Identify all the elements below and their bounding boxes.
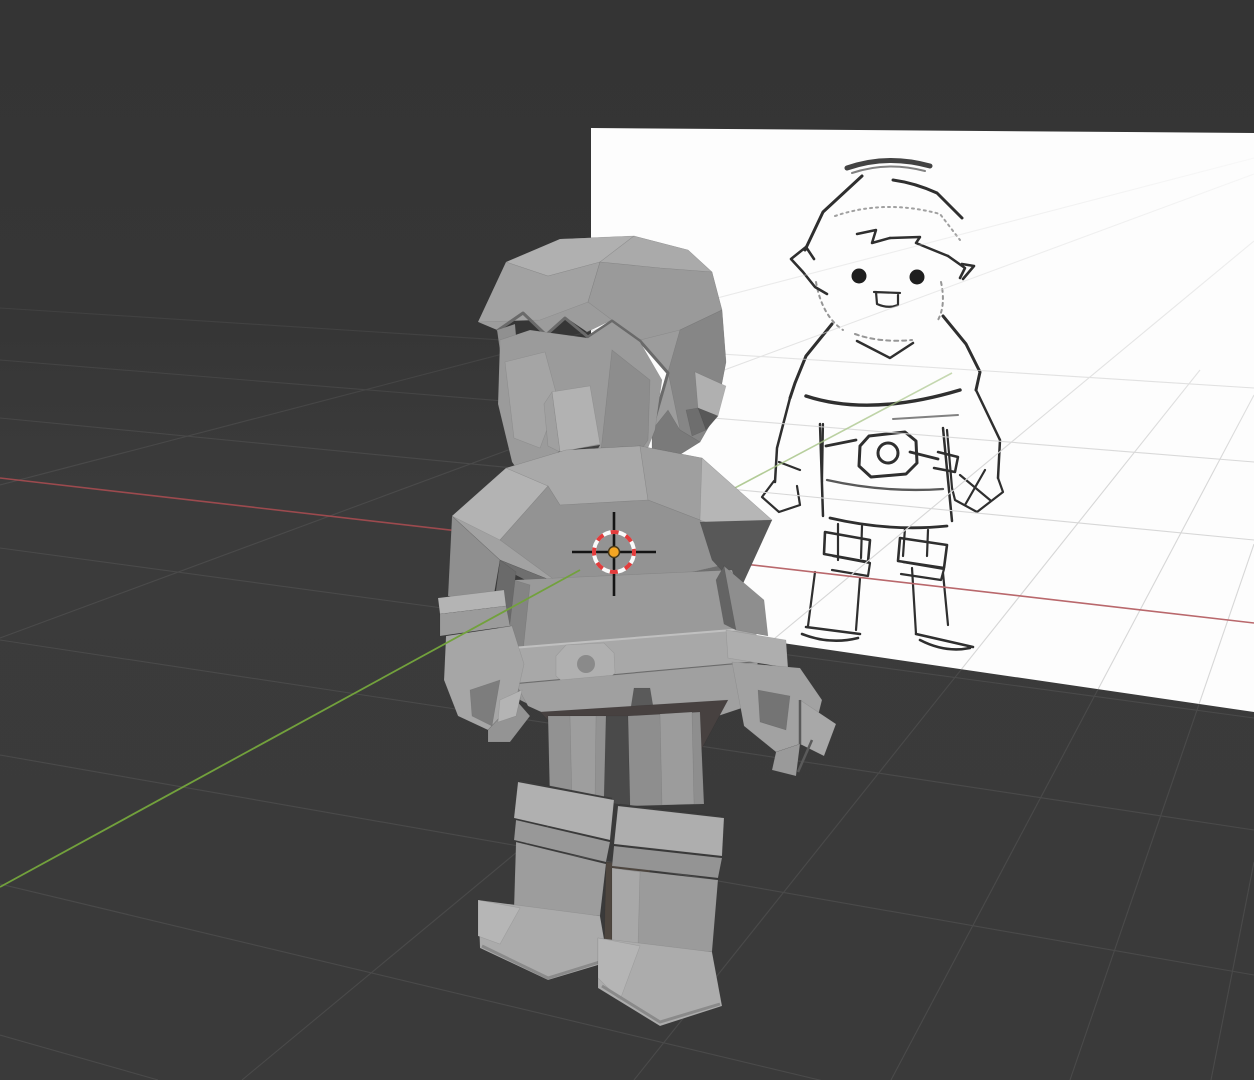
3d-viewport[interactable]	[0, 0, 1254, 1080]
sketch-eye-right	[910, 270, 925, 285]
sketch-eye-left	[852, 269, 867, 284]
character-boot-right	[598, 804, 724, 1026]
